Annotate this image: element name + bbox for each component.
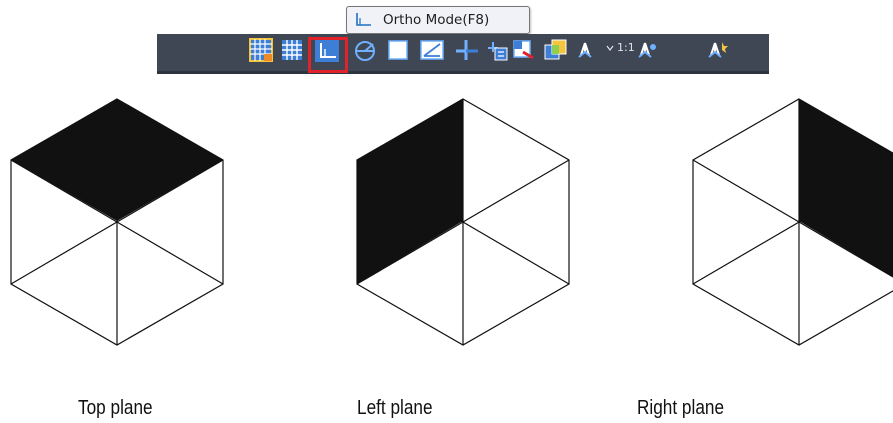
top-plane-label: Top plane (78, 397, 153, 419)
left-plane-label: Left plane (357, 397, 433, 419)
right-plane-label: Right plane (637, 397, 725, 419)
right-plane-hexagon (691, 97, 893, 347)
plane-diagrams (0, 0, 893, 423)
top-plane-hexagon (9, 97, 225, 347)
left-plane-hexagon (355, 97, 571, 347)
